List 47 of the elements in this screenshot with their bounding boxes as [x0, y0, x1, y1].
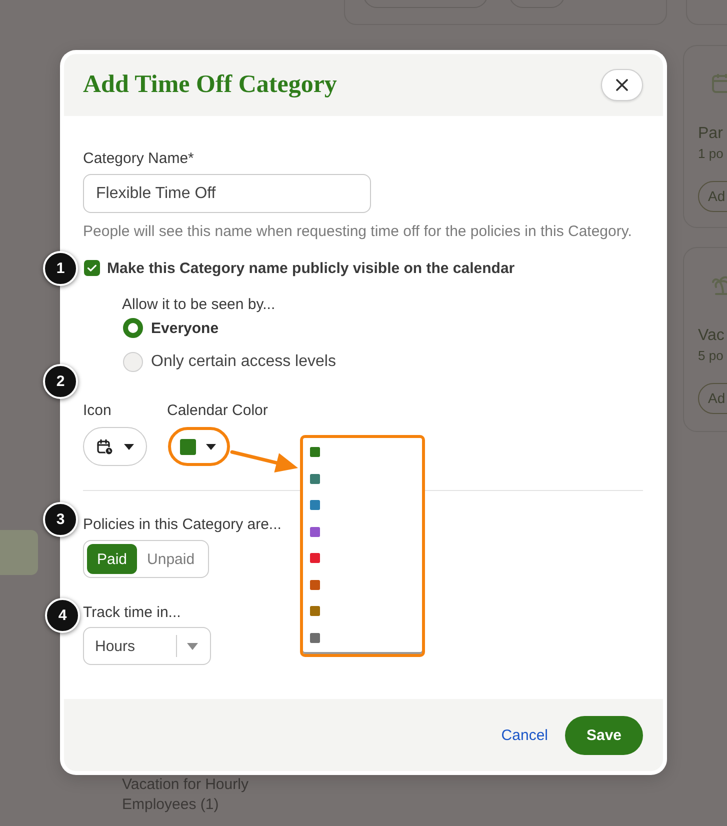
save-button[interactable]: Save	[565, 716, 643, 754]
swatch-icon[interactable]	[310, 606, 320, 616]
checkbox-label[interactable]: Make this Category name publicly visible on the calendar	[107, 260, 515, 276]
field-label: Category Name*	[83, 150, 194, 168]
palm-tree-icon	[712, 275, 727, 295]
calendar-clock-icon	[97, 438, 113, 454]
radio-button[interactable]	[123, 318, 143, 338]
close-button[interactable]	[601, 69, 643, 101]
callout-arrow	[230, 450, 298, 472]
radio-label[interactable]: Only certain access levels	[151, 353, 336, 371]
calendar-icon	[712, 73, 727, 93]
swatch-icon[interactable]	[310, 553, 320, 564]
card-subtitle: 1 po	[698, 145, 724, 163]
close-icon	[616, 79, 628, 91]
field-label: Track time in...	[83, 604, 181, 622]
card-title: Par	[698, 124, 723, 144]
swatch-icon[interactable]	[310, 632, 320, 643]
select-field[interactable]: Hours	[83, 627, 211, 665]
radio-label[interactable]: Everyone	[151, 320, 219, 336]
caret-icon	[206, 444, 216, 450]
swatch-icon[interactable]	[310, 447, 320, 458]
swatch-icon[interactable]	[310, 474, 320, 484]
field-label: Policies in this Category are...	[83, 516, 282, 534]
card-title: Vac	[698, 326, 724, 346]
segment-button[interactable]: Unpaid	[137, 544, 205, 574]
dialog-title: Add Time Off Category	[83, 71, 337, 99]
field-label: Icon	[83, 402, 112, 420]
cancel-link[interactable]: Cancel	[501, 726, 548, 744]
list-item-text: Vacation for Hourly Employees (1)	[122, 775, 250, 815]
swatch-icon[interactable]	[310, 526, 320, 537]
checkbox[interactable]	[84, 260, 100, 276]
swatch-icon[interactable]	[310, 580, 320, 590]
card-subtitle: 5 po	[698, 347, 724, 365]
caret-icon	[124, 444, 134, 450]
step-badge: 3	[43, 502, 78, 536]
color-dropdown[interactable]	[168, 427, 230, 466]
text-field[interactable]: Flexible Time Off	[83, 174, 371, 213]
segment-button[interactable]: Paid	[87, 544, 138, 574]
field-label: Calendar Color	[167, 402, 268, 420]
step-badge: 4	[45, 598, 80, 632]
swatch-icon[interactable]	[310, 500, 320, 510]
icon-dropdown[interactable]	[83, 427, 147, 466]
caret-icon	[187, 642, 198, 650]
step-badge: 2	[43, 364, 78, 398]
field-label: Allow it to be seen by...	[122, 296, 276, 314]
help-text: People will see this name when requesting time off for the policies in this Category.	[83, 223, 632, 241]
step-badge: 1	[43, 250, 78, 286]
